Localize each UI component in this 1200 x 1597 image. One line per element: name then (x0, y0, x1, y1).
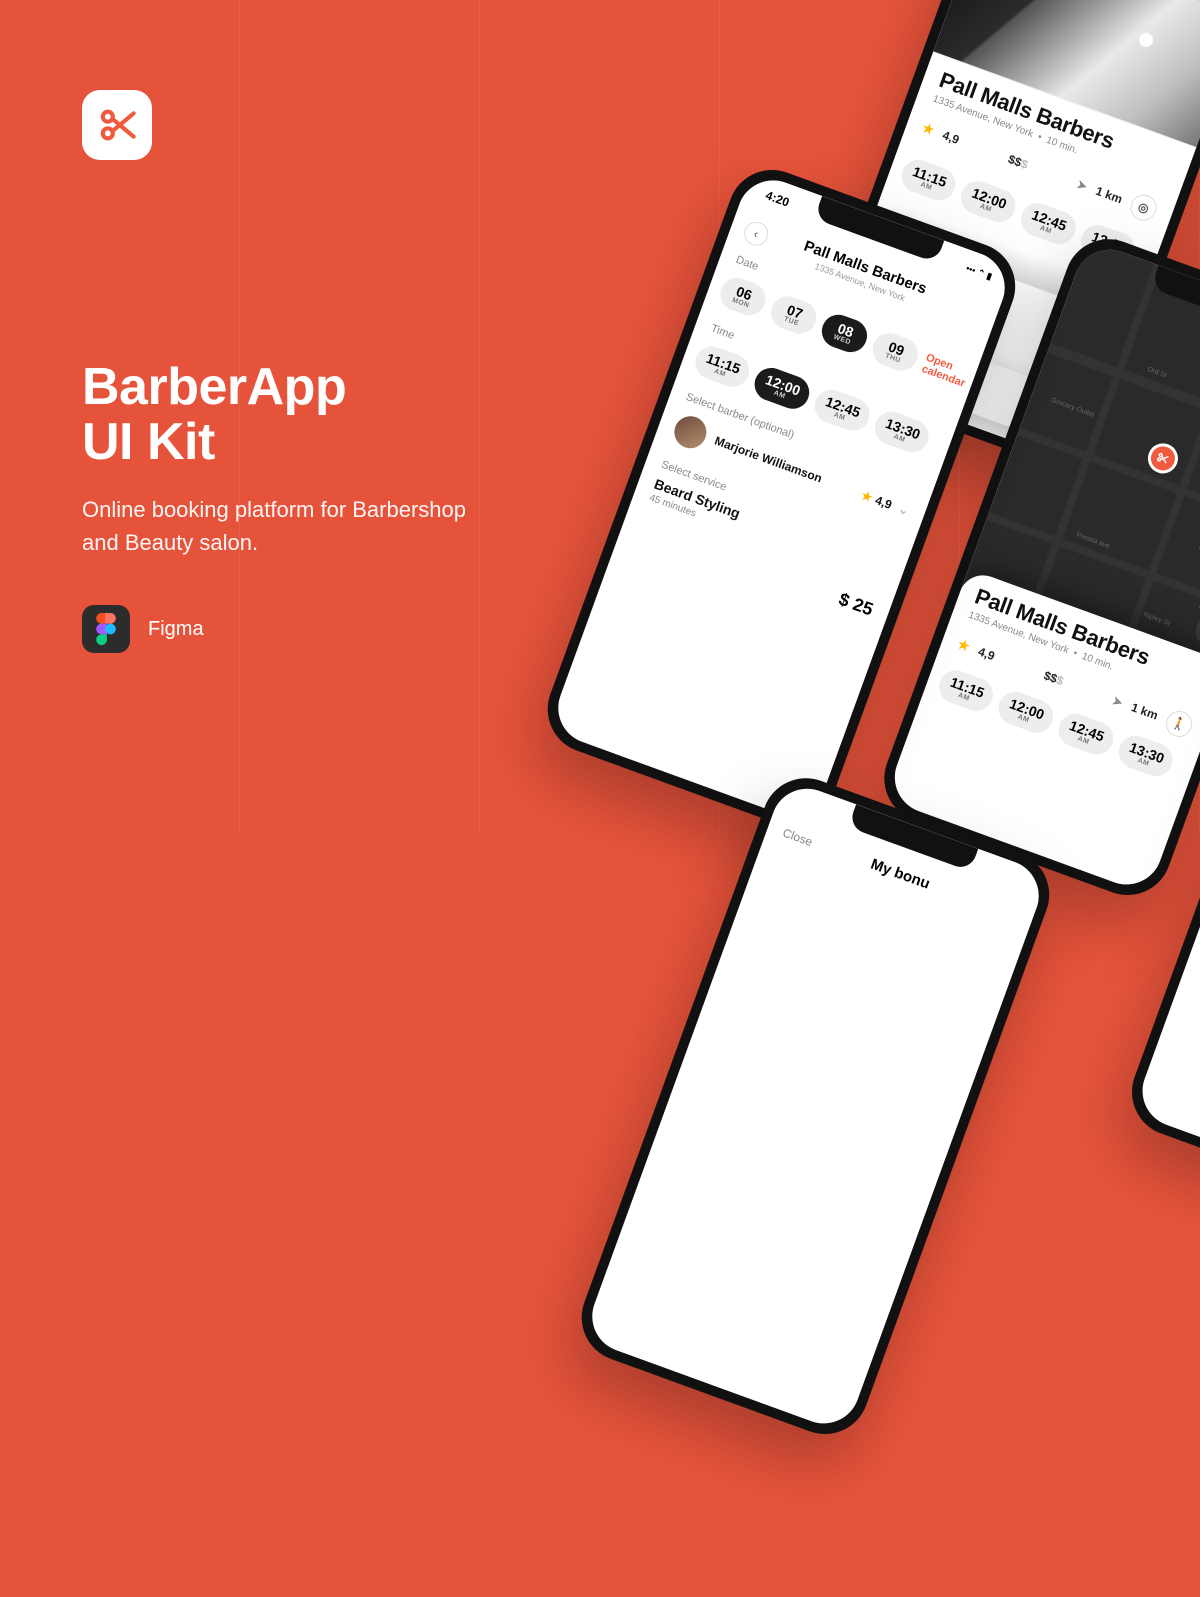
time-pill[interactable]: 11:15AM (897, 155, 960, 205)
figma-icon (82, 605, 130, 653)
time-pill[interactable]: 12:00AM (994, 687, 1058, 737)
star-icon: ★ (920, 120, 936, 139)
time-pill[interactable]: 12:45AM (1016, 198, 1080, 248)
open-calendar-link[interactable]: Open calendar (920, 351, 978, 392)
location-arrow-icon: ➤ (1075, 177, 1089, 194)
close-link[interactable]: Close (781, 825, 815, 849)
date-pill[interactable]: 09THU (868, 329, 923, 376)
time-pill[interactable]: 13:30AM (1114, 731, 1178, 781)
chevron-down-icon: ⌄ (897, 502, 911, 519)
scissors-icon (97, 105, 137, 145)
phone-bonus: Close My bonu (569, 766, 1061, 1447)
walk-icon[interactable]: 🚶 (1162, 707, 1195, 740)
time-pill[interactable]: 12:00AM (956, 177, 1020, 227)
price-indicator: $$$ (1006, 152, 1030, 172)
date-pill[interactable]: 06MON (716, 273, 771, 320)
time-pill[interactable]: 12:45AM (1054, 709, 1118, 759)
star-icon: ★ (859, 488, 874, 505)
figma-label: Figma (148, 618, 204, 641)
date-pill-active[interactable]: 08WED (817, 310, 872, 357)
avatar (670, 412, 711, 453)
map-pin-selected[interactable] (1144, 439, 1182, 477)
date-pill[interactable]: 07TUE (766, 292, 821, 339)
star-icon: ★ (956, 636, 972, 655)
time-pill[interactable]: 11:15AM (935, 666, 998, 716)
pin-icon[interactable]: ◎ (1127, 191, 1160, 224)
back-button[interactable]: ‹ (741, 218, 772, 249)
app-logo-tile (82, 90, 152, 160)
locate-button[interactable]: ➤ (1191, 611, 1200, 652)
